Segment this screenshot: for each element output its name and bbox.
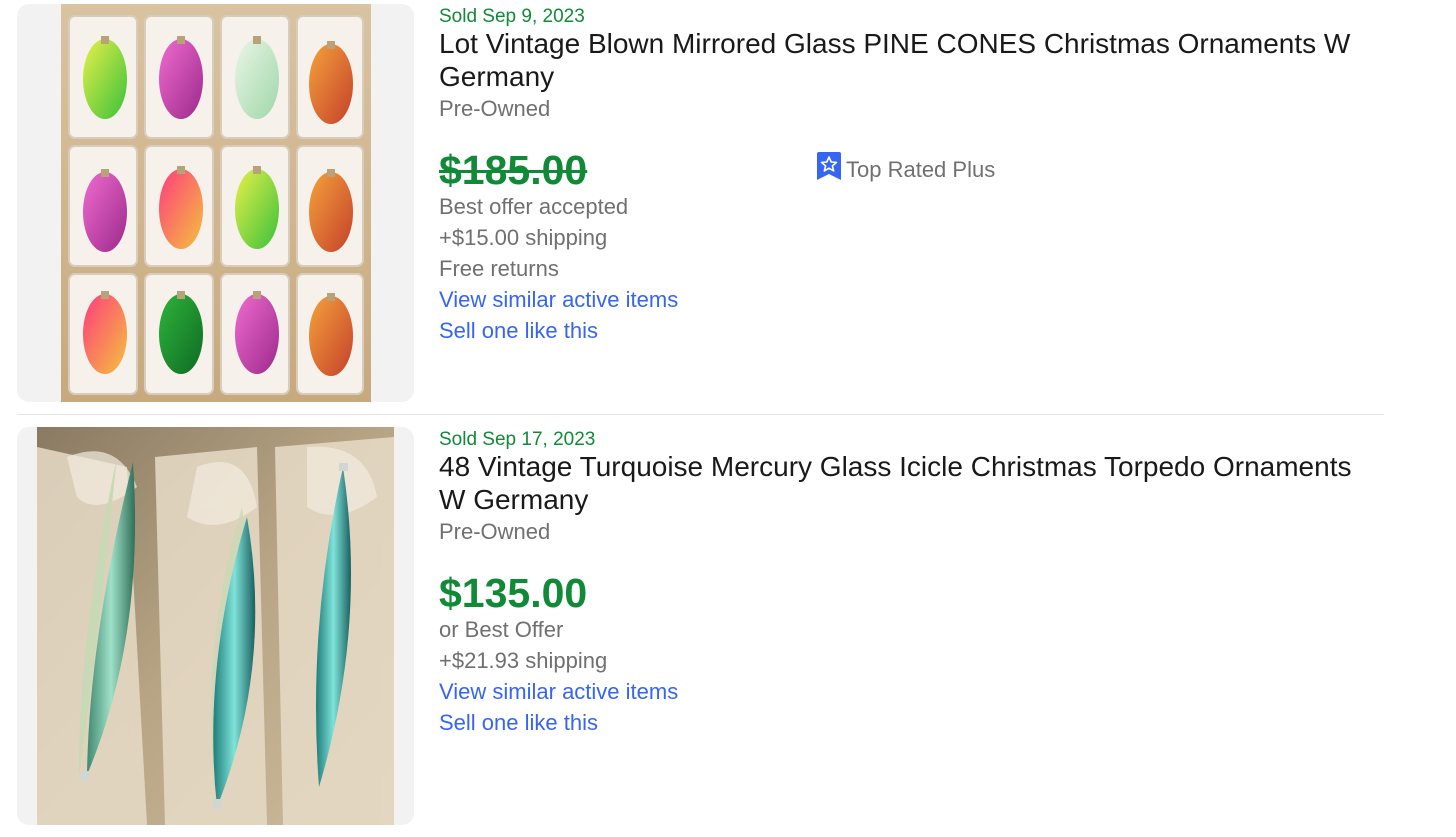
sold-date: Sold Sep 17, 2023 <box>439 429 596 450</box>
listing-thumbnail[interactable] <box>17 4 414 402</box>
sold-price: $185.00 <box>439 147 588 193</box>
view-similar-link[interactable]: View similar active items <box>439 287 678 313</box>
returns-policy: Free returns <box>439 256 559 281</box>
listing-title[interactable]: Lot Vintage Blown Mirrored Glass PINE CO… <box>439 27 1379 93</box>
shipping-cost: +$15.00 shipping <box>439 225 608 250</box>
icicle-ornaments-photo <box>37 427 394 825</box>
listing-item: Sold Sep 9, 2023 Lot Vintage Blown Mirro… <box>17 4 1384 402</box>
pine-cone-ornaments-photo <box>61 4 371 402</box>
top-rated-ribbon-icon <box>816 152 842 187</box>
sell-one-link[interactable]: Sell one like this <box>439 710 598 736</box>
listing-item: Sold Sep 17, 2023 48 Vintage Turquoise M… <box>17 427 1384 825</box>
badge-label: Top Rated Plus <box>846 156 996 182</box>
view-similar-link[interactable]: View similar active items <box>439 679 678 705</box>
listing-title[interactable]: 48 Vintage Turquoise Mercury Glass Icicl… <box>439 450 1379 516</box>
sold-date: Sold Sep 9, 2023 <box>439 6 585 27</box>
offer-status: Best offer accepted <box>439 194 629 219</box>
offer-status: or Best Offer <box>439 617 564 642</box>
shipping-cost: +$21.93 shipping <box>439 648 608 673</box>
item-condition: Pre-Owned <box>439 96 551 121</box>
sell-one-link[interactable]: Sell one like this <box>439 318 598 344</box>
top-rated-badge: Top Rated Plus <box>816 152 995 187</box>
listing-thumbnail[interactable] <box>17 427 414 825</box>
sold-price: $135.00 <box>439 570 588 616</box>
listing-divider <box>17 414 1384 415</box>
item-condition: Pre-Owned <box>439 519 551 544</box>
